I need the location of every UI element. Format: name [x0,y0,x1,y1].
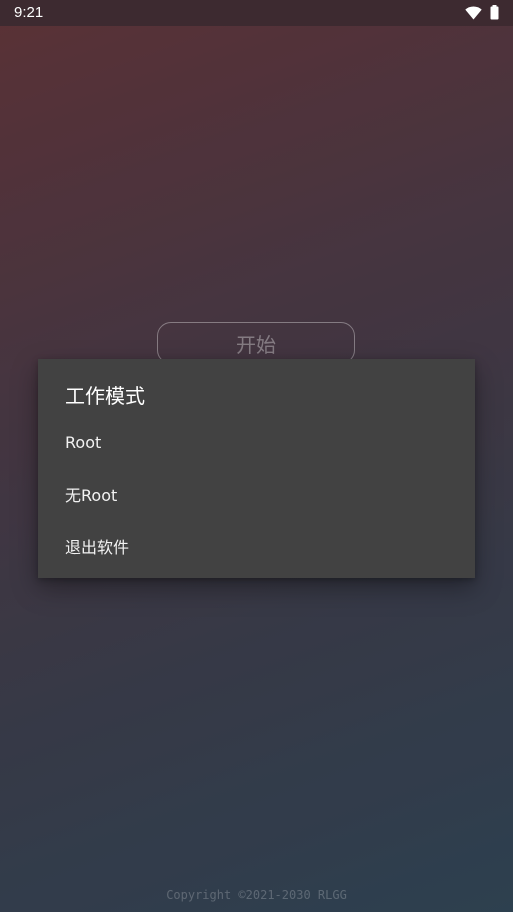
status-time: 9:21 [14,4,44,21]
status-icons [465,5,499,24]
option-exit-app[interactable]: 退出软件 [38,524,475,568]
dialog-title: 工作模式 [65,384,145,408]
work-mode-dialog: 工作模式 Root 无Root 退出软件 [38,359,475,578]
start-button[interactable]: 开始 [157,322,355,364]
option-root[interactable]: Root [38,420,475,464]
wifi-icon [465,5,482,24]
status-bar: 9:21 [0,0,513,26]
option-no-root[interactable]: 无Root [38,472,475,516]
battery-icon [490,5,499,24]
copyright-text: Copyright ©2021-2030 RLGG [166,888,347,902]
